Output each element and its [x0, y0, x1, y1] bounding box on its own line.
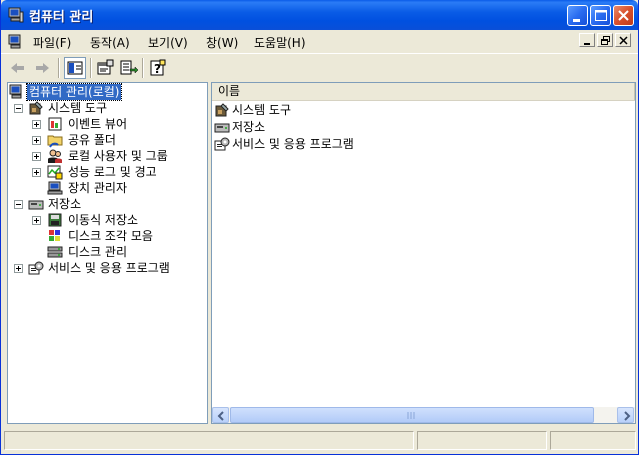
expand-icon[interactable]	[32, 152, 41, 161]
menu-action[interactable]: 동작(A)	[90, 34, 130, 51]
computer-management-icon	[9, 84, 25, 100]
tree-item-shared-folders[interactable]: 공유 폴더	[8, 132, 204, 148]
tree-item-local-users[interactable]: 로컬 사용자 및 그룹	[8, 148, 204, 164]
forward-arrow-icon[interactable]	[31, 57, 53, 79]
menu-help[interactable]: 도움말(H)	[254, 34, 306, 51]
storage-icon	[28, 196, 44, 212]
tree-item-performance-logs[interactable]: 성능 로그 및 경고	[8, 164, 204, 180]
child-restore-button[interactable]	[597, 33, 613, 47]
tree-item-defragmenter[interactable]: 디스크 조각 모음	[8, 228, 204, 244]
event-viewer-icon	[47, 116, 63, 132]
toolbar: ?	[1, 53, 638, 81]
tree-item-storage[interactable]: 저장소	[8, 196, 204, 212]
expand-icon[interactable]	[32, 168, 41, 177]
disk-management-icon	[47, 244, 63, 260]
system-menu-icon[interactable]	[8, 34, 24, 50]
services-applications-icon	[28, 260, 44, 276]
child-minimize-button[interactable]	[579, 33, 595, 47]
tree-item-event-viewer[interactable]: 이벤트 뷰어	[8, 116, 204, 132]
expand-icon[interactable]	[32, 216, 41, 225]
status-cell-main	[4, 431, 414, 450]
status-cell-3	[550, 431, 636, 450]
tree-item-services-applications[interactable]: 서비스 및 응용 프로그램	[8, 260, 204, 276]
tree-item-device-manager[interactable]: 장치 관리자	[8, 180, 204, 196]
expand-icon[interactable]	[32, 136, 41, 145]
tree-item-disk-management[interactable]: 디스크 관리	[8, 244, 204, 260]
defragmenter-icon	[47, 228, 63, 244]
services-applications-icon	[214, 136, 230, 152]
show-hide-tree-icon[interactable]	[64, 57, 86, 79]
status-cell-2	[417, 431, 547, 450]
tree-item-removable-storage[interactable]: 이동식 저장소	[8, 212, 204, 228]
minimize-button[interactable]	[567, 5, 588, 26]
grip-icon	[407, 412, 415, 419]
column-header-name[interactable]: 이름	[212, 83, 635, 100]
title-bar[interactable]: 컴퓨터 관리	[1, 0, 638, 30]
collapse-icon[interactable]	[14, 104, 23, 113]
status-bar	[1, 428, 638, 454]
maximize-button[interactable]	[590, 5, 611, 26]
removable-storage-icon	[47, 212, 63, 228]
console-tree[interactable]: 컴퓨터 관리(로컬) 시스템 도구 이벤트 뷰어 공유 폴더 로컬 사용자 및 …	[7, 82, 208, 424]
system-tools-icon	[214, 102, 230, 118]
menu-file[interactable]: 파일(F)	[33, 34, 71, 51]
device-manager-icon	[47, 180, 63, 196]
menu-view[interactable]: 보기(V)	[148, 34, 188, 51]
tree-item-system-tools[interactable]: 시스템 도구	[8, 100, 204, 116]
shared-folders-icon	[47, 132, 63, 148]
expand-icon[interactable]	[14, 264, 23, 273]
details-pane[interactable]: 이름 시스템 도구 저장소 서비스 및 응용 프로그램	[211, 82, 636, 424]
performance-logs-icon	[47, 164, 63, 180]
back-arrow-icon[interactable]	[7, 57, 29, 79]
toolbar-separator	[90, 58, 92, 78]
scroll-thumb[interactable]	[230, 407, 594, 423]
users-groups-icon	[47, 148, 63, 164]
export-list-icon[interactable]	[117, 57, 139, 79]
window-title: 컴퓨터 관리	[29, 10, 94, 25]
menu-window[interactable]: 창(W)	[206, 34, 238, 51]
collapse-icon[interactable]	[14, 200, 23, 209]
scroll-right-button[interactable]	[617, 407, 634, 423]
main-window: 컴퓨터 관리 파일(F) 동작(A) 보기(V) 창(W) 도움말(H) ? 컴…	[0, 0, 639, 455]
properties-icon[interactable]	[94, 57, 116, 79]
system-tools-icon	[28, 100, 44, 116]
menu-bar: 파일(F) 동작(A) 보기(V) 창(W) 도움말(H)	[1, 30, 638, 53]
child-close-button[interactable]	[615, 33, 631, 47]
expand-icon[interactable]	[32, 120, 41, 129]
tree-root[interactable]: 컴퓨터 관리(로컬)	[9, 83, 205, 101]
list-header: 이름	[212, 83, 635, 101]
help-icon[interactable]: ?	[147, 57, 169, 79]
horizontal-scrollbar[interactable]	[212, 407, 635, 423]
toolbar-separator	[58, 58, 60, 78]
scroll-left-button[interactable]	[212, 407, 229, 423]
close-button[interactable]	[613, 5, 634, 26]
storage-icon	[214, 119, 230, 135]
computer-management-icon	[8, 7, 24, 23]
tree-root-label: 컴퓨터 관리(로컬)	[25, 83, 123, 101]
toolbar-separator	[142, 58, 144, 78]
